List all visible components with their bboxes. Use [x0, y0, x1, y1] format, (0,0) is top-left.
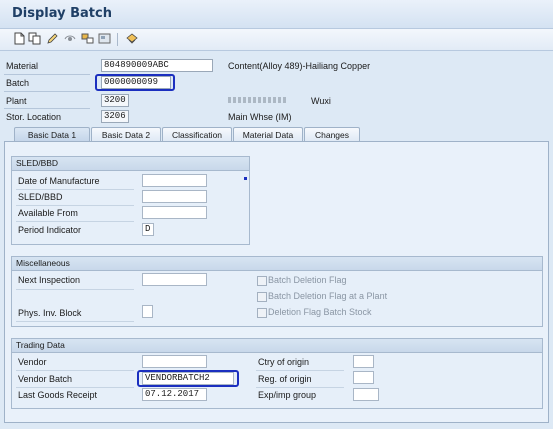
date-of-manufacture-label: Date of Manufacture	[18, 176, 100, 186]
batch-info-icon[interactable]	[97, 31, 112, 46]
divider	[16, 189, 134, 190]
tab-changes[interactable]: Changes	[304, 127, 360, 141]
phys-inv-block-checkbox[interactable]	[142, 305, 153, 318]
batch-deletion-flag-checkbox[interactable]	[257, 276, 267, 286]
divider	[16, 387, 134, 388]
divider	[16, 321, 134, 322]
storage-location-label: Stor. Location	[6, 112, 62, 122]
next-inspection-label: Next Inspection	[18, 275, 81, 285]
date-of-manufacture-field[interactable]	[142, 174, 207, 187]
period-indicator-label: Period Indicator	[18, 225, 82, 235]
vendor-label: Vendor	[18, 357, 47, 367]
exp-imp-group-label: Exp/imp group	[258, 390, 317, 400]
sled-bbd-label: SLED/BBD	[18, 192, 63, 202]
divider	[4, 91, 90, 92]
deletion-flag-batch-stock-label: Deletion Flag Batch Stock	[268, 307, 372, 317]
phys-inv-block-label: Phys. Inv. Block	[18, 308, 82, 318]
sled-bbd-field[interactable]	[142, 190, 207, 203]
storage-location-description: Main Whse (IM)	[228, 112, 292, 122]
plant-description: Wuxi	[311, 96, 331, 106]
toolbar-separator	[117, 33, 118, 46]
tab-basic-data-1[interactable]: Basic Data 1	[14, 127, 90, 141]
plant-label: Plant	[6, 96, 27, 106]
plant-field[interactable]: 3200	[101, 94, 129, 107]
new-icon[interactable]	[11, 31, 26, 46]
divider	[16, 289, 134, 290]
divider	[16, 205, 134, 206]
tab-basic-data-2[interactable]: Basic Data 2	[91, 127, 161, 141]
deletion-flag-batch-stock-checkbox[interactable]	[257, 308, 267, 318]
divider	[16, 370, 134, 371]
cursor-marker	[244, 177, 247, 180]
batch-deletion-flag-plant-label: Batch Deletion Flag at a Plant	[268, 291, 388, 301]
print-icon[interactable]	[124, 31, 139, 46]
divider	[4, 108, 90, 109]
divider	[256, 370, 344, 371]
last-goods-receipt-label: Last Goods Receipt	[18, 390, 98, 400]
vendor-field[interactable]	[142, 355, 207, 368]
sled-group-title: SLED/BBD	[12, 157, 249, 171]
display-other-icon[interactable]	[62, 31, 77, 46]
last-goods-receipt-field[interactable]: 07.12.2017	[142, 388, 207, 401]
divider	[4, 74, 90, 75]
tab-classification[interactable]: Classification	[162, 127, 232, 141]
copy-icon[interactable]	[27, 31, 42, 46]
edit-icon[interactable]	[45, 31, 60, 46]
divider	[16, 221, 134, 222]
batch-deletion-flag-label: Batch Deletion Flag	[268, 275, 347, 285]
divider	[256, 387, 344, 388]
batch-deletion-flag-plant-checkbox[interactable]	[257, 292, 267, 302]
available-from-field[interactable]	[142, 206, 207, 219]
storage-location-field[interactable]: 3206	[101, 110, 129, 123]
reg-of-origin-label: Reg. of origin	[258, 374, 312, 384]
material-description: Content(Alloy 489)-Hailiang Copper	[228, 61, 371, 71]
page-title: Display Batch	[12, 6, 112, 21]
next-inspection-field[interactable]	[142, 273, 207, 286]
misc-group-title: Miscellaneous	[12, 257, 542, 271]
material-label: Material	[6, 61, 39, 71]
ctry-of-origin-label: Ctry of origin	[258, 357, 310, 367]
trading-group-title: Trading Data	[12, 339, 542, 353]
plant-name-obscured	[228, 97, 288, 103]
reg-of-origin-field[interactable]	[353, 371, 374, 384]
period-indicator-field[interactable]: D	[142, 223, 154, 236]
batch-label: Batch	[6, 78, 30, 88]
where-used-icon[interactable]	[80, 31, 95, 46]
available-from-label: Available From	[18, 208, 78, 218]
ctry-of-origin-field[interactable]	[353, 355, 374, 368]
highlight-box	[137, 370, 239, 387]
exp-imp-group-field[interactable]	[353, 388, 379, 401]
highlight-box	[95, 74, 175, 91]
material-field[interactable]: 804890009ABC	[101, 59, 213, 72]
tab-material-data[interactable]: Material Data	[233, 127, 303, 141]
vendor-batch-label: Vendor Batch	[18, 374, 73, 384]
